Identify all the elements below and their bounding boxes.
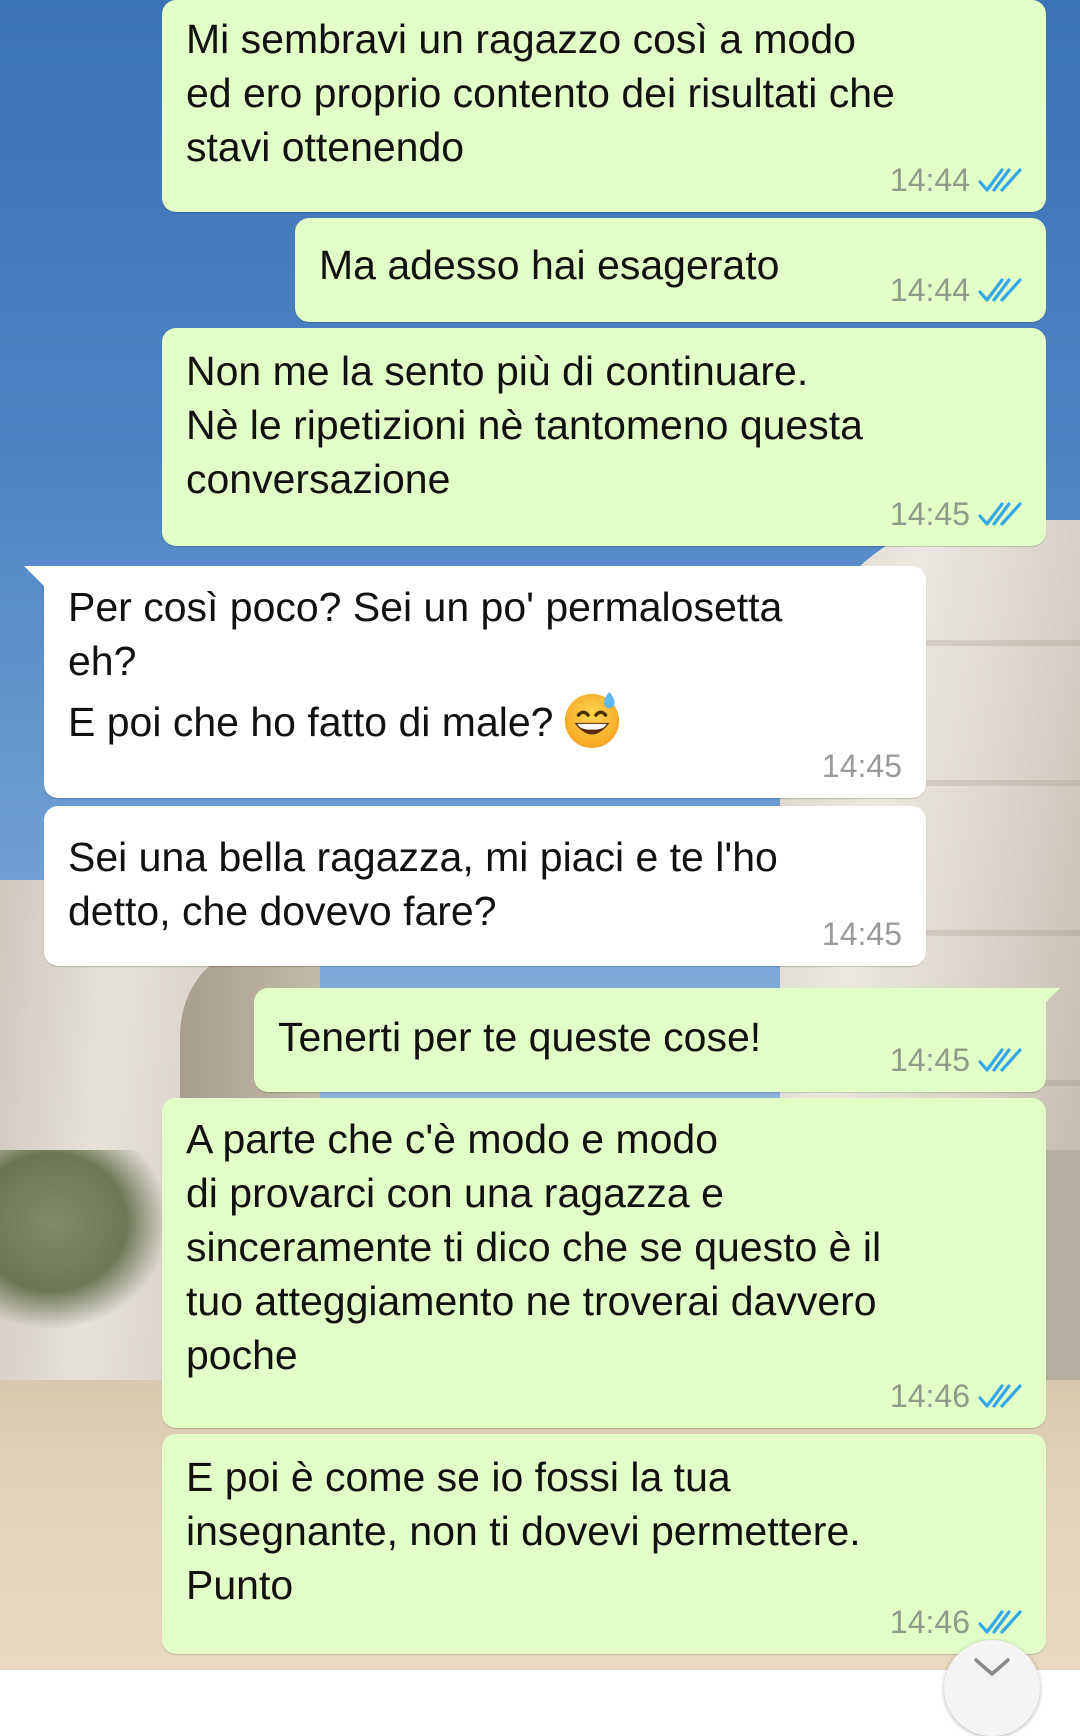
incoming-message[interactable]: Sei una bella ragazza, mi piaci e te l'h… xyxy=(44,806,926,966)
message-time: 14:46 xyxy=(889,1378,970,1414)
double-check-icon xyxy=(978,1610,1022,1634)
message-time: 14:44 xyxy=(889,162,970,198)
double-check-icon xyxy=(978,1048,1022,1072)
message-meta: 14:44 xyxy=(890,164,1022,196)
message-meta: 14:44 xyxy=(890,274,1022,306)
message-time: 14:45 xyxy=(889,1042,970,1078)
double-check-icon xyxy=(978,278,1022,302)
message-meta: 14:45 xyxy=(890,1044,1022,1076)
outgoing-message[interactable]: Ma adesso hai esagerato 14:44 xyxy=(295,218,1046,322)
grinning-face-with-sweat-icon xyxy=(565,691,620,749)
message-text: A parte che c'è modo e modo di provarci … xyxy=(186,1116,882,1378)
message-text: Mi sembravi un ragazzo così a modo ed er… xyxy=(186,16,895,170)
double-check-icon xyxy=(978,168,1022,192)
message-time: 14:45 xyxy=(889,496,970,532)
message-meta: 14:46 xyxy=(890,1380,1022,1412)
message-meta: 14:45 xyxy=(890,498,1022,530)
double-check-icon xyxy=(978,502,1022,526)
outgoing-message[interactable]: Tenerti per te queste cose! 14:45 xyxy=(254,988,1060,1092)
message-time: 14:44 xyxy=(889,272,970,308)
message-text: Non me la sento più di continuare. Nè le… xyxy=(186,348,863,502)
message-meta: 14:45 xyxy=(822,750,902,782)
message-text: Per così poco? Sei un po' permalosetta e… xyxy=(68,580,902,750)
message-meta: 14:46 xyxy=(890,1606,1022,1638)
message-text: E poi è come se io fossi la tua insegnan… xyxy=(186,1454,861,1608)
outgoing-message[interactable]: Non me la sento più di continuare. Nè le… xyxy=(162,328,1046,546)
double-check-icon xyxy=(978,1384,1022,1408)
message-meta: 14:45 xyxy=(822,918,902,950)
scroll-to-bottom-button[interactable] xyxy=(944,1640,1040,1736)
message-time: 14:45 xyxy=(821,748,902,784)
chevron-down-icon xyxy=(974,1658,1010,1676)
incoming-message[interactable]: Per così poco? Sei un po' permalosetta e… xyxy=(24,566,926,798)
bubble-tail xyxy=(1038,988,1060,1010)
outgoing-message[interactable]: A parte che c'è modo e modo di provarci … xyxy=(162,1098,1046,1428)
message-time: 14:46 xyxy=(889,1604,970,1640)
message-time: 14:45 xyxy=(821,916,902,952)
message-text: Sei una bella ragazza, mi piaci e te l'h… xyxy=(68,834,778,934)
outgoing-message[interactable]: E poi è come se io fossi la tua insegnan… xyxy=(162,1434,1046,1654)
message-list[interactable]: Mi sembravi un ragazzo così a modo ed er… xyxy=(0,0,1080,1670)
bubble-tail xyxy=(24,566,46,588)
outgoing-message[interactable]: Mi sembravi un ragazzo così a modo ed er… xyxy=(162,0,1046,212)
